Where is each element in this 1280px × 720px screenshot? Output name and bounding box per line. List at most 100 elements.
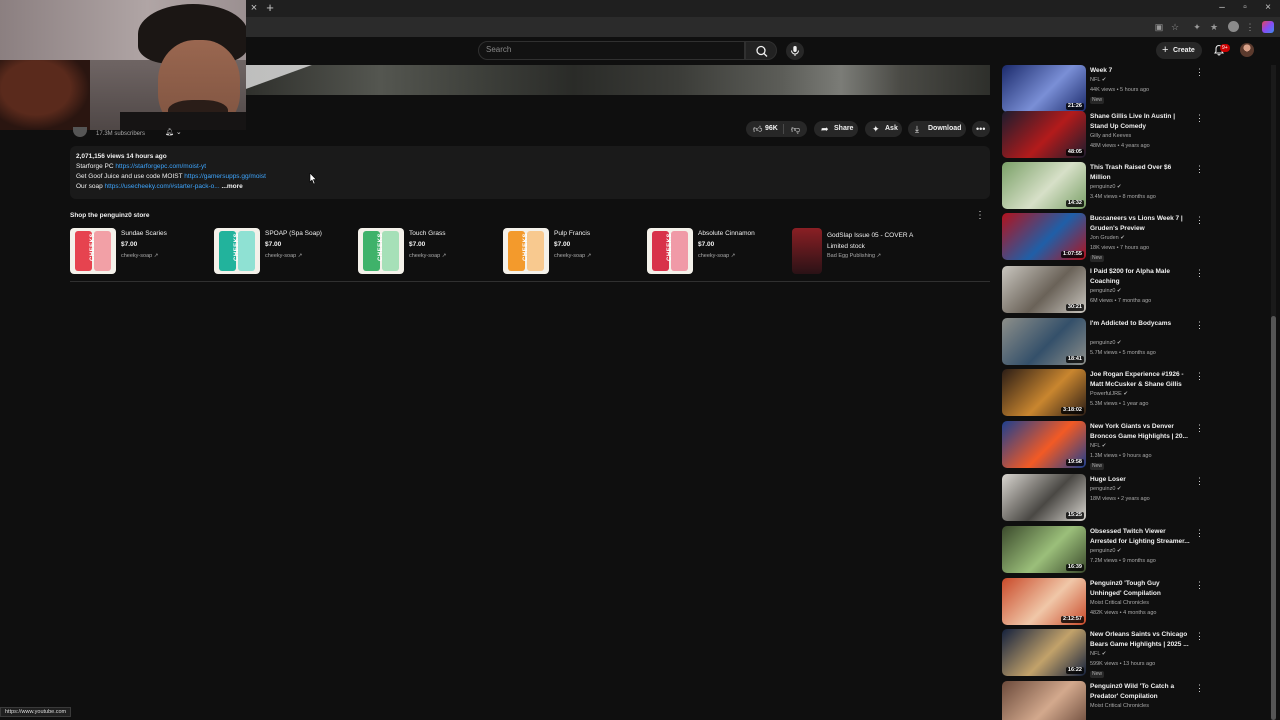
- maximize-icon[interactable]: ▫: [1238, 2, 1252, 14]
- video-title[interactable]: Buccaneers vs Lions Week 7 | Gruden's Pr…: [1090, 214, 1192, 234]
- minimize-icon[interactable]: –: [1215, 2, 1229, 14]
- channel-name[interactable]: NFL ✔: [1090, 651, 1106, 657]
- video-menu-icon[interactable]: ⋮: [1195, 320, 1204, 330]
- product-image[interactable]: CHEEKS: [358, 228, 404, 274]
- recommended-video[interactable]: 16:39 Obsessed Twitch Viewer Arrested for…: [1002, 526, 1207, 574]
- store-product-card[interactable]: CHEEKS Sundae Scaries $7.00 cheeky-soap ↗: [70, 228, 210, 274]
- video-menu-icon[interactable]: ⋮: [1195, 371, 1204, 381]
- dislike-icon[interactable]: 👎︎: [791, 121, 800, 137]
- search-input[interactable]: Search: [478, 41, 745, 60]
- video-thumbnail[interactable]: 14:32: [1002, 162, 1086, 209]
- copilot-icon[interactable]: [1262, 21, 1274, 33]
- recommended-video[interactable]: 48:05 Shane Gillis Live In Austin | Stand…: [1002, 111, 1207, 159]
- gamersupps-link[interactable]: https://gamersupps.gg/moist: [184, 173, 266, 180]
- recommended-video[interactable]: 2:12:57 Penguinz0 'Tough Guy Unhinged' Co…: [1002, 578, 1207, 626]
- recommended-video[interactable]: 15:25 Huge Loser penguinz0 ✔ 18M views • 2 …: [1002, 474, 1207, 522]
- video-title[interactable]: Penguinz0 Wild 'To Catch a Predator' Com…: [1090, 682, 1192, 702]
- video-menu-icon[interactable]: ⋮: [1195, 67, 1204, 77]
- video-thumbnail[interactable]: 3:18:02: [1002, 369, 1086, 416]
- bookmarks-icon[interactable]: ★: [1208, 21, 1220, 33]
- product-seller-link[interactable]: cheeky-soap ↗: [121, 253, 158, 259]
- video-title[interactable]: Shane Gillis Live In Austin | Stand Up C…: [1090, 112, 1192, 132]
- video-menu-icon[interactable]: ⋮: [1195, 423, 1204, 433]
- video-menu-icon[interactable]: ⋮: [1195, 268, 1204, 278]
- voice-search-button[interactable]: [786, 42, 804, 60]
- channel-name[interactable]: Moist Critical Chronicles: [1090, 600, 1149, 606]
- product-seller-link[interactable]: Bad Egg Publishing ↗: [827, 253, 881, 259]
- channel-name[interactable]: Moist Critical Chronicles: [1090, 703, 1149, 709]
- video-menu-icon[interactable]: ⋮: [1195, 580, 1204, 590]
- product-image[interactable]: CHEEKS: [503, 228, 549, 274]
- scrollbar-thumb[interactable]: [1271, 316, 1276, 720]
- extension-icon[interactable]: ✦: [1191, 21, 1203, 33]
- video-title[interactable]: Obsessed Twitch Viewer Arrested for Ligh…: [1090, 527, 1192, 547]
- recommended-video[interactable]: Penguinz0 Wild 'To Catch a Predator' Com…: [1002, 681, 1207, 720]
- recommended-video[interactable]: 3:18:02 Joe Rogan Experience #1926 - Matt…: [1002, 369, 1207, 417]
- subscribed-bell-button[interactable]: 🔔︎ ⌄: [165, 128, 189, 136]
- tab-close-icon[interactable]: ×: [249, 2, 259, 14]
- create-button[interactable]: + Create: [1156, 42, 1202, 59]
- video-menu-icon[interactable]: ⋮: [1195, 113, 1204, 123]
- video-title[interactable]: New Orleans Saints vs Chicago Bears Game…: [1090, 630, 1192, 650]
- channel-name[interactable]: Jon Gruden ✔: [1090, 235, 1125, 241]
- product-seller-link[interactable]: cheeky-soap ↗: [409, 253, 446, 259]
- video-thumbnail[interactable]: [1002, 681, 1086, 720]
- store-product-card[interactable]: GodSlap Issue 05 - COVER A Limited stock…: [792, 228, 932, 274]
- product-seller-link[interactable]: cheeky-soap ↗: [265, 253, 302, 259]
- show-more-button[interactable]: ...more: [221, 183, 242, 190]
- video-thumbnail[interactable]: 16:22: [1002, 629, 1086, 676]
- channel-avatar[interactable]: [73, 127, 87, 137]
- channel-name[interactable]: penguinz0 ✔: [1090, 184, 1122, 190]
- product-name[interactable]: Absolute Cinnamon: [698, 230, 755, 237]
- search-button[interactable]: [745, 41, 777, 60]
- channel-name[interactable]: penguinz0 ✔: [1090, 340, 1122, 346]
- video-menu-icon[interactable]: ⋮: [1195, 528, 1204, 538]
- video-menu-icon[interactable]: ⋮: [1195, 683, 1204, 693]
- channel-name[interactable]: penguinz0 ✔: [1090, 288, 1122, 294]
- product-name[interactable]: Sundae Scaries: [121, 230, 167, 237]
- new-tab-button[interactable]: +: [264, 1, 276, 15]
- channel-name[interactable]: NFL ✔: [1090, 443, 1106, 449]
- product-image[interactable]: CHEEKS: [214, 228, 260, 274]
- video-thumbnail[interactable]: 16:39: [1002, 526, 1086, 573]
- video-menu-icon[interactable]: ⋮: [1195, 476, 1204, 486]
- channel-name[interactable]: penguinz0 ✔: [1090, 548, 1122, 554]
- product-seller-link[interactable]: cheeky-soap ↗: [554, 253, 591, 259]
- video-title[interactable]: Penguinz0 'Tough Guy Unhinged' Compilati…: [1090, 579, 1192, 599]
- video-title[interactable]: I'm Addicted to Bodycams: [1090, 319, 1192, 329]
- product-image[interactable]: CHEEKS: [70, 228, 116, 274]
- video-thumbnail[interactable]: 30:21: [1002, 266, 1086, 313]
- video-thumbnail[interactable]: 19:58: [1002, 421, 1086, 468]
- recommended-video[interactable]: 18:41 I'm Addicted to Bodycams penguinz0 ✔…: [1002, 318, 1207, 366]
- video-player[interactable]: [246, 65, 990, 95]
- download-button[interactable]: ⤓ Download: [908, 121, 966, 137]
- store-product-card[interactable]: CHEEKS SPOAP (Spa Soap) $7.00 cheeky-soap ↗: [214, 228, 354, 274]
- ask-button[interactable]: ✦ Ask: [865, 121, 902, 137]
- recommended-video[interactable]: 30:21 I Paid $200 for Alpha Male Coaching…: [1002, 266, 1207, 314]
- video-menu-icon[interactable]: ⋮: [1195, 631, 1204, 641]
- product-name[interactable]: GodSlap Issue 05 - COVER A Limited stock: [827, 230, 927, 252]
- video-menu-icon[interactable]: ⋮: [1195, 215, 1204, 225]
- like-icon[interactable]: 👍︎: [753, 121, 762, 137]
- product-image[interactable]: [792, 228, 822, 274]
- video-title[interactable]: Joe Rogan Experience #1926 - Matt McCusk…: [1090, 370, 1192, 390]
- recommended-video[interactable]: 1:07:55 Buccaneers vs Lions Week 7 | Grud…: [1002, 213, 1207, 262]
- channel-name[interactable]: penguinz0 ✔: [1090, 486, 1122, 492]
- video-thumbnail[interactable]: 21:26: [1002, 65, 1086, 112]
- product-seller-link[interactable]: cheeky-soap ↗: [698, 253, 735, 259]
- browser-profile-avatar[interactable]: [1228, 21, 1239, 32]
- close-window-icon[interactable]: ×: [1261, 2, 1275, 14]
- like-count[interactable]: 96K: [765, 121, 778, 137]
- video-menu-icon[interactable]: ⋮: [1195, 164, 1204, 174]
- recommended-video[interactable]: 16:22 New Orleans Saints vs Chicago Bears…: [1002, 629, 1207, 678]
- video-thumbnail[interactable]: 15:25: [1002, 474, 1086, 521]
- product-image[interactable]: CHEEKS: [647, 228, 693, 274]
- store-product-card[interactable]: CHEEKS Touch Grass $7.00 cheeky-soap ↗: [358, 228, 498, 274]
- channel-name[interactable]: Gilly and Keeves: [1090, 133, 1131, 139]
- video-thumbnail[interactable]: 18:41: [1002, 318, 1086, 365]
- recommended-video[interactable]: 21:26 Week 7 NFL ✔ 44K views • 5 hours ago N…: [1002, 65, 1207, 113]
- channel-name[interactable]: NFL ✔: [1090, 77, 1106, 83]
- video-title[interactable]: This Trash Raised Over $6 Million: [1090, 163, 1192, 183]
- store-product-card[interactable]: CHEEKS Pulp Francis $7.00 cheeky-soap ↗: [503, 228, 643, 274]
- user-avatar[interactable]: [1240, 43, 1254, 57]
